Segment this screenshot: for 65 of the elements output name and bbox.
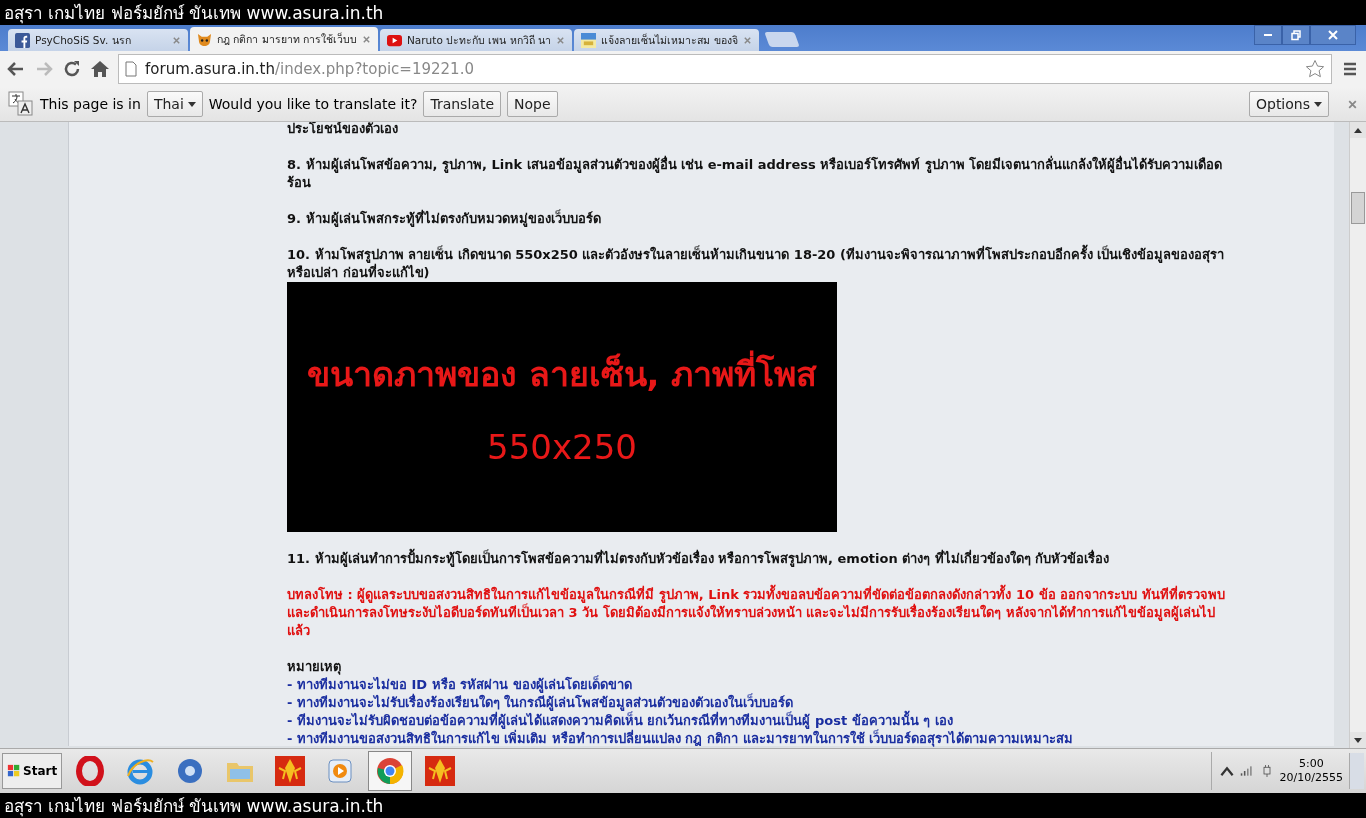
- windows-flag-icon: [7, 764, 21, 778]
- penalty-paragraph: บทลงโทษ : ผู้ดูแลระบบขอสงวนสิทธิในการแก้ไขข้อมูลในกรณีที่มี รูปภาพ, Link รวมทั้งขอลบข้อความที่ขัดต่อข้อตกลงดังกล่าวทั้ง 10 ข้อ ออกจากระบบ ทันทีที่ตรวจพบ และดำเนินการลงโทษระงับไอดีบอร์ดทันทีเป็นเวลา 3 วัน โดยมิต้องมีการแจ้งให้ทราบล่วงหน้า และจะไม่มีการรับเรื่องร้องเรียนใดๆ หลังจากได้ทำการแก้ไขข้อมูลผู้เล่นไปแล้ว: [287, 586, 1237, 640]
- chevron-up-icon[interactable]: [1219, 765, 1234, 777]
- note-line: - ทีมงานจะไม่รับผิดชอบต่อข้อความที่ผู้เล่นได้แสดงความคิดเห็น ยกเว้นกรณีที่ทางทีมงานเป็นผู้ post ข้อความนั้น ๆ เอง: [287, 712, 1237, 730]
- caret-icon: [187, 101, 196, 107]
- address-bar[interactable]: forum.asura.in.th/index.php?topic=19221.0: [118, 54, 1332, 84]
- image-size-text: 550x250: [487, 427, 637, 467]
- language-dropdown[interactable]: Thai: [146, 91, 203, 117]
- game-logo-icon: [581, 32, 597, 48]
- taskbar-app[interactable]: [368, 751, 413, 791]
- options-button[interactable]: Options: [1248, 91, 1329, 117]
- note-line: - ทางทีมงานจะไม่รับเรื่องร้องเรียนใดๆ ในกรณีผู้เล่นโพสข้อมูลส่วนตัวของตัวเองในเว็บบอร์ด: [287, 694, 794, 712]
- clock[interactable]: 5:00 20/10/2555: [1279, 757, 1343, 785]
- caret-icon: [1314, 101, 1322, 107]
- image-caption: ขนาดภาพของ ลายเซ็น, ภาพที่โพส: [306, 347, 818, 401]
- minimize-button[interactable]: [1254, 25, 1282, 45]
- close-icon: [1327, 29, 1339, 41]
- rule-paragraph: 10. ห้ามโพสรูปภาพ ลายเซ็น เกิดขนาด 550x250 และตัวอังษรในลายเซ็นห้ามเกินขนาด 18-20 (ทีมงานจะพิจารณาภาพที่โพสประกอบอีกครั้ง เป็นเชิงข้อมูลของอสุราหรือเปล่า ก่อนที่จะแก้ไข): [287, 246, 1237, 282]
- clock-time: 5:00: [1298, 757, 1324, 771]
- reload-icon[interactable]: [62, 59, 82, 79]
- new-tab-button[interactable]: [763, 32, 800, 47]
- scroll-down-icon[interactable]: [1354, 737, 1362, 743]
- close-window-button[interactable]: [1310, 25, 1356, 45]
- letter-f-icon: [15, 32, 30, 48]
- ring-o-icon: [75, 756, 106, 786]
- close-icon[interactable]: [172, 35, 181, 45]
- notes-heading: หมายเหตุ: [287, 658, 342, 676]
- scroll-up-icon[interactable]: [1354, 127, 1362, 133]
- close-icon[interactable]: [362, 34, 371, 44]
- rule-paragraph: 8. ห้ามผู้เล่นโพสข้อความ, รูปภาพ, Link เสนอข้อมูลส่วนตัวของผู้อื่น เช่น e-mail address หรือเบอร์โทรศัพท์ รูปภาพ โดยมีเจตนากลั่นแกล้งให้ผู้อื่นได้รับความเดือดร้อน: [287, 156, 1224, 192]
- cat-face-icon: [197, 31, 212, 47]
- browser-tab[interactable]: Naruto ปะทะกับ เพน หกวิถี นา: [380, 29, 573, 51]
- page-icon: [125, 61, 137, 77]
- start-button[interactable]: Start: [2, 753, 63, 789]
- rule-paragraph: 11. ห้ามผู้เล่นทำการปั้มกระทู้โดยเป็นการโพสข้อความที่ไม่ตรงกับหัวข้อเรื่อง หรือการโพสรูปภาพ, emotion ต่างๆ ที่ไม่เกี่ยวข้องใดๆ กับหัวข้อเรื่อง: [287, 550, 1237, 568]
- restore-icon: [1290, 29, 1302, 41]
- scroll-thumb[interactable]: [1351, 192, 1365, 224]
- play-icon: [387, 32, 402, 48]
- signal-bars-icon: [1239, 765, 1254, 777]
- translate-button[interactable]: Translate: [423, 91, 501, 117]
- star-icon[interactable]: [1305, 59, 1325, 79]
- browser-e-icon: [125, 756, 156, 786]
- chrome-logo-icon: [375, 756, 406, 786]
- browser-tab[interactable]: PsyChoSiS Sv. นรก: [8, 29, 188, 51]
- browser-tab[interactable]: แจ้งลายเซ็นไม่เหมาะสม ของจิ: [574, 29, 759, 51]
- flame-emblem-icon: [425, 756, 456, 786]
- clock-date: 20/10/2555: [1279, 771, 1343, 785]
- translate-icon: [8, 91, 34, 117]
- browser-tab[interactable]: กฎ กติกา มารยาท การใช้เว็บบ: [190, 27, 378, 51]
- close-icon[interactable]: [556, 35, 566, 45]
- translate-question: Would you like to translate it?: [208, 96, 418, 112]
- restore-button[interactable]: [1282, 25, 1310, 45]
- banner-caption: อสุรา เกมไทย ฟอร์มยักษ์ ขันเทพ www.asura.in.th: [4, 2, 384, 26]
- banner-caption: อสุรา เกมไทย ฟอร์มยักษ์ ขันเทพ www.asura.in.th: [4, 795, 384, 818]
- rule-paragraph: 9. ห้ามผู้เล่นโพสกระทู้ที่ไม่ตรงกับหมวดหมู่ของเว็บบอร์ด: [287, 210, 602, 228]
- close-icon[interactable]: [742, 35, 752, 45]
- scrollbar[interactable]: [1349, 122, 1366, 748]
- minimize-icon: [1264, 34, 1272, 36]
- close-icon[interactable]: [1347, 98, 1358, 110]
- home-icon[interactable]: [90, 59, 110, 79]
- flame-emblem-icon: [275, 756, 306, 786]
- note-line: - ทางทีมงานขอสงวนสิทธิในการแก้ไข เพิ่มเติม หรือทำการเปลี่ยนแปลง กฎ กติกา และมารยาทในการใช้ เว็บบอร์ดอสุราได้ตามความเหมาะสม: [287, 730, 1237, 748]
- translate-prompt: This page is in: [40, 96, 141, 112]
- note-line: - ทางทีมงานจะไม่ขอ ID หรือ รหัสผ่าน ของผู้เล่นโดยเด็ดขาด: [287, 676, 633, 693]
- nope-button[interactable]: Nope: [507, 91, 558, 117]
